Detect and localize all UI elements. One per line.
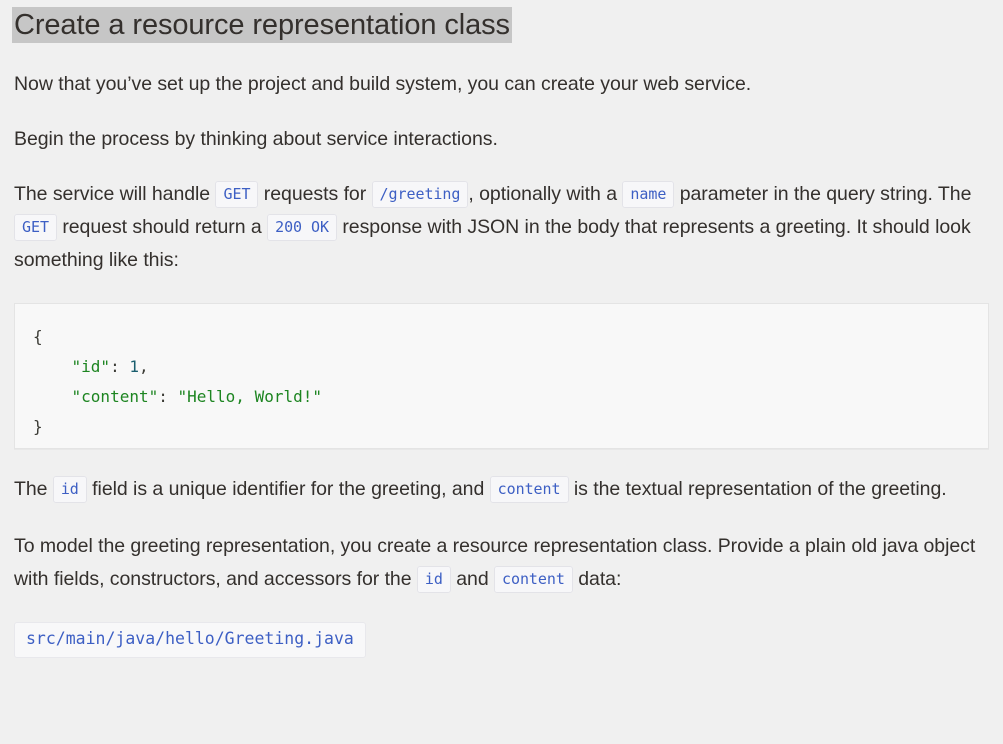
text-segment: , optionally with a [468,183,623,205]
text-segment: field is a unique identifier for the gre… [86,478,490,500]
begin-process-paragraph: Begin the process by thinking about serv… [14,128,498,150]
text-segment: The service will handle [14,183,216,205]
inline-code-name: name [622,181,675,208]
text-segment: requests for [258,183,372,205]
json-value-content: "Hello, World!" [177,387,323,406]
json-colon-2: : [158,387,178,406]
heading-container: Create a resource representation class [14,0,989,44]
document-page: Create a resource representation class N… [0,0,1003,744]
json-indent-2 [33,387,72,406]
json-comma-1: , [138,357,149,376]
json-close-brace: } [33,417,43,436]
filepath-chip-row: src/main/java/hello/Greeting.java [14,596,989,658]
inline-code-content-2: content [493,566,573,593]
text-segment: parameter in the query string. The [674,183,972,205]
inline-code-get: GET [215,181,259,208]
text-segment: is the textual representation of the gre… [568,478,947,500]
text-segment: The [14,478,53,500]
service-description-paragraph: The service will handle GET requests for… [14,178,989,277]
text-segment: data: [572,568,622,590]
page-title: Create a resource representation class [14,9,510,41]
json-code-block: { "id": 1, "content": "Hello, World!" } [14,303,989,449]
json-colon-1: : [110,357,130,376]
inline-code-200-ok: 200 OK [267,214,337,241]
json-code-content: { "id": 1, "content": "Hello, World!" } [33,322,988,442]
json-value-id: 1 [129,357,139,376]
json-indent-1 [33,357,72,376]
model-representation-paragraph: To model the greeting representation, yo… [14,530,989,596]
json-open-brace: { [33,327,43,346]
inline-code-content: content [489,476,569,503]
intro-paragraph: Now that you’ve set up the project and b… [14,73,752,95]
inline-code-greeting-path: /greeting [371,181,469,208]
text-segment: and [450,568,494,590]
filepath-label: src/main/java/hello/Greeting.java [14,622,366,658]
json-key-content: "content" [71,387,159,406]
inline-code-id: id [52,476,87,503]
inline-code-get-2: GET [14,214,57,241]
json-key-id: "id" [71,357,111,376]
field-description-paragraph: The id field is a unique identifier for … [14,473,989,506]
text-segment: request should return a [56,216,268,238]
inline-code-id-2: id [416,566,451,593]
